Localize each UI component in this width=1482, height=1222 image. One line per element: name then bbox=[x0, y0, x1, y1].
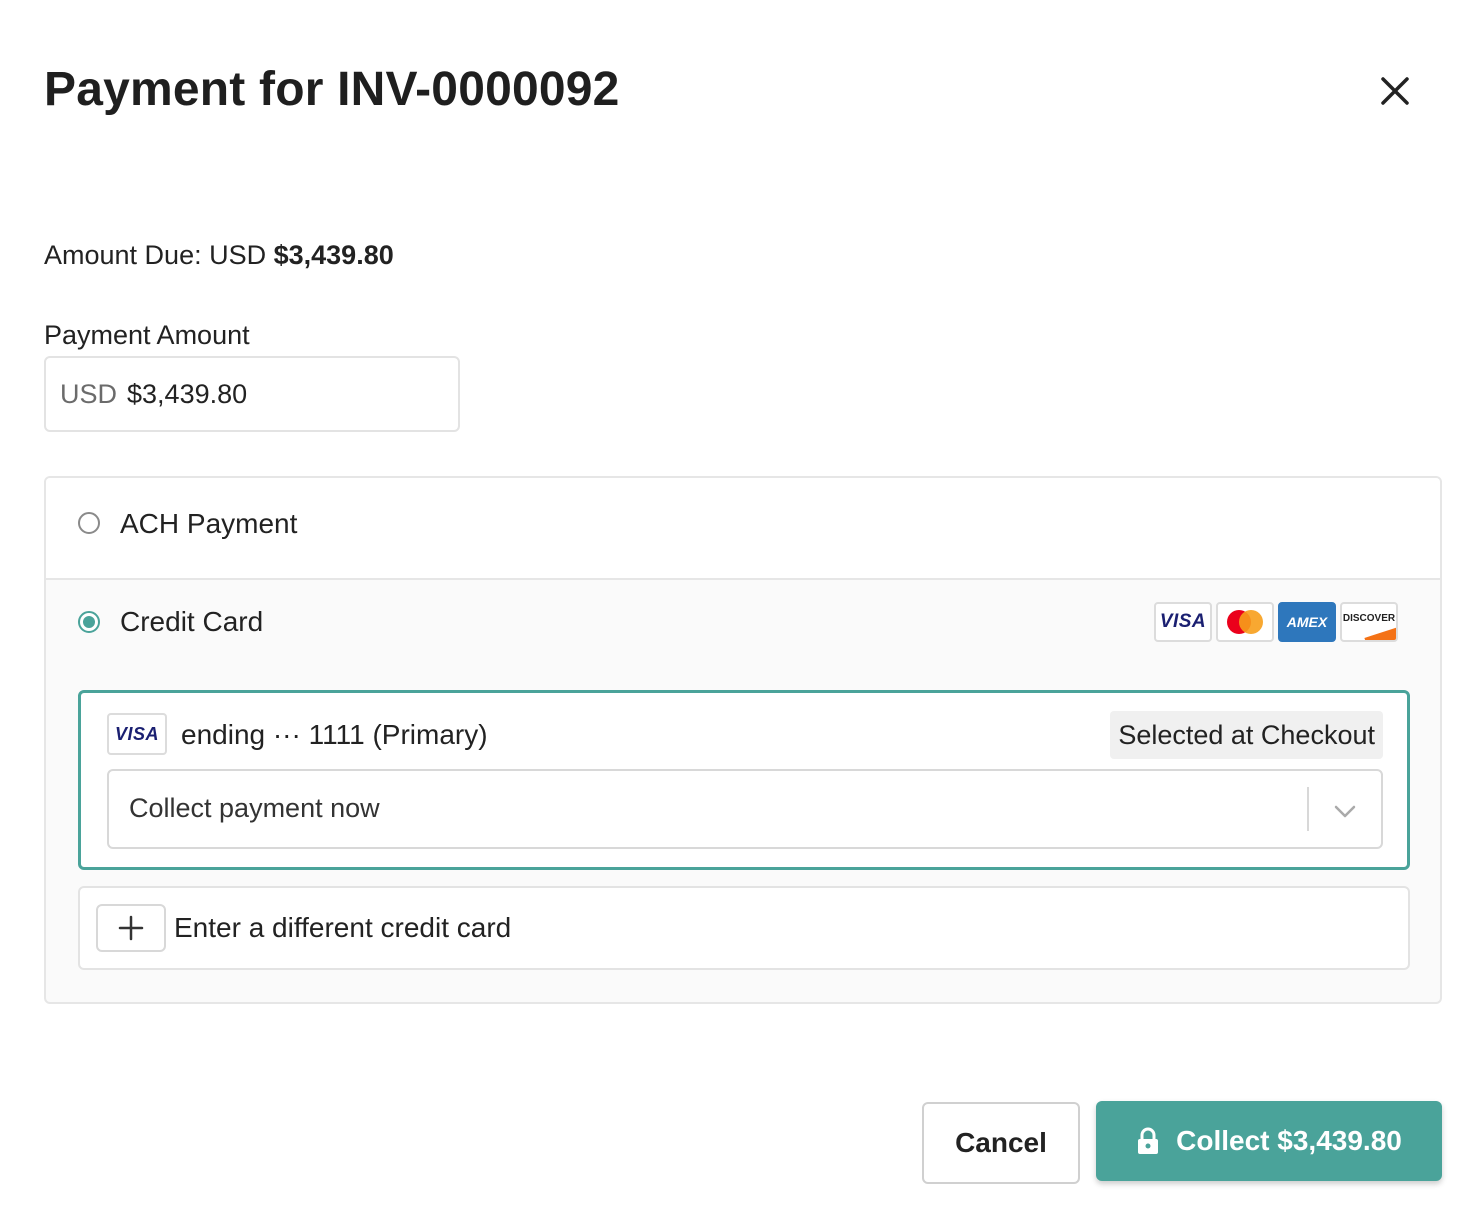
payment-amount-label: Payment Amount bbox=[44, 320, 250, 350]
plus-icon bbox=[118, 915, 144, 941]
saved-card-description: ending ··· 1111 (Primary) bbox=[181, 719, 488, 750]
cancel-button[interactable]: Cancel bbox=[922, 1102, 1080, 1184]
ach-option[interactable]: ACH Payment bbox=[46, 478, 1440, 580]
ach-radio[interactable] bbox=[78, 512, 100, 534]
enter-different-card-label: Enter a different credit card bbox=[174, 912, 512, 943]
visa-logo: VISA bbox=[1154, 602, 1212, 642]
select-divider bbox=[1307, 787, 1309, 831]
ach-label[interactable]: ACH Payment bbox=[120, 508, 297, 540]
amount-due-value: $3,439.80 bbox=[273, 240, 394, 270]
saved-card-visa-logo: VISA bbox=[107, 713, 167, 755]
collect-option-select[interactable]: Collect payment now bbox=[107, 769, 1383, 849]
amex-logo: AMEX bbox=[1278, 602, 1336, 642]
collect-option-value: Collect payment now bbox=[129, 793, 380, 823]
collect-button-label: Collect $3,439.80 bbox=[1176, 1125, 1402, 1156]
page-title: Payment for INV-0000092 bbox=[44, 63, 620, 116]
accepted-card-logos: VISA AMEX DISCOVER bbox=[1154, 602, 1398, 642]
credit-card-label[interactable]: Credit Card bbox=[120, 606, 263, 638]
lock-icon bbox=[1138, 1127, 1159, 1154]
discover-logo: DISCOVER bbox=[1340, 602, 1398, 642]
amount-due-label: Amount Due: USD bbox=[44, 240, 267, 270]
add-card-button[interactable] bbox=[96, 904, 166, 952]
enter-different-card[interactable]: Enter a different credit card bbox=[78, 886, 1410, 970]
collect-button[interactable]: Collect $3,439.80 bbox=[1096, 1101, 1442, 1181]
saved-card[interactable]: VISA ending ··· 1111 (Primary) Selected … bbox=[78, 690, 1410, 870]
close-icon bbox=[1381, 77, 1409, 105]
payment-amount-value[interactable]: $3,439.80 bbox=[127, 379, 247, 410]
payment-amount-input[interactable]: USD $3,439.80 bbox=[44, 356, 460, 432]
mastercard-icon bbox=[1227, 610, 1263, 634]
chevron-down-icon[interactable] bbox=[1331, 797, 1359, 825]
mastercard-logo bbox=[1216, 602, 1274, 642]
amount-due: Amount Due: USD $3,439.80 bbox=[44, 240, 394, 271]
credit-card-radio[interactable] bbox=[78, 611, 100, 633]
close-button[interactable] bbox=[1372, 68, 1418, 114]
payment-methods: ACH Payment Credit Card VISA AMEX DISCOV… bbox=[44, 476, 1442, 1004]
payment-amount-currency: USD bbox=[60, 378, 118, 409]
selected-at-checkout-badge: Selected at Checkout bbox=[1110, 711, 1383, 759]
